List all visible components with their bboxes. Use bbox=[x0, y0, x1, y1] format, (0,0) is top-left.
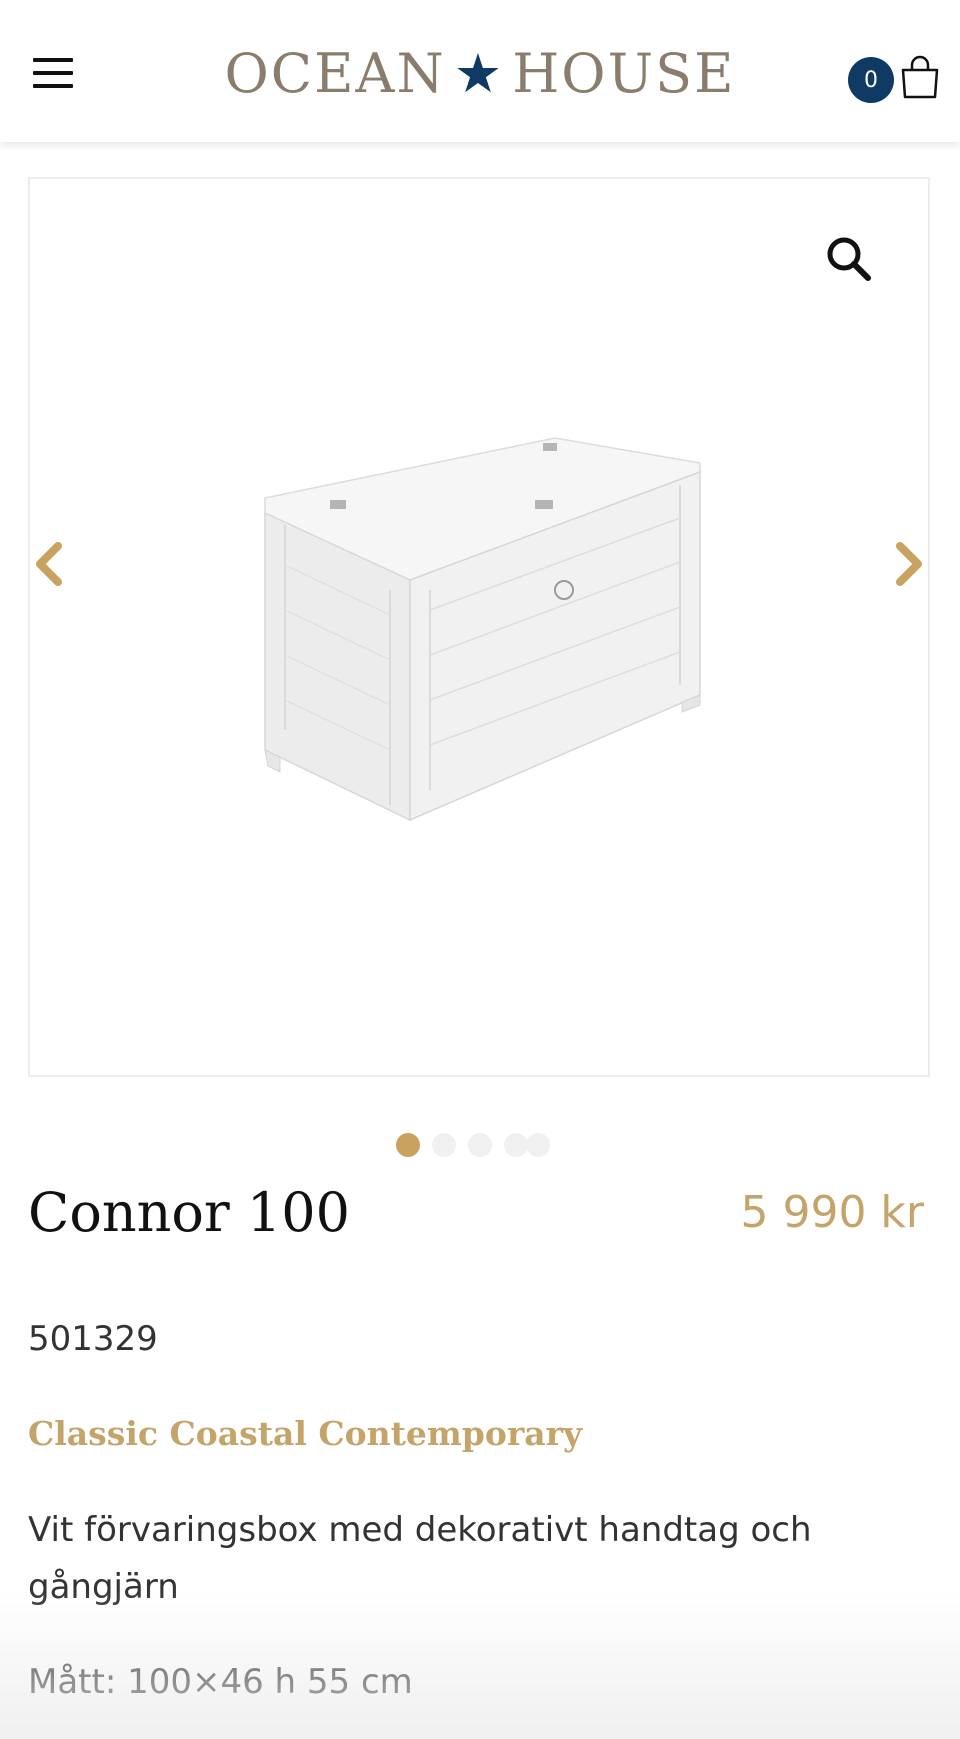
cart-count-badge[interactable]: 0 bbox=[848, 57, 894, 103]
pagination-dot-1[interactable] bbox=[396, 1133, 420, 1157]
site-logo[interactable]: OCEAN ★ HOUSE bbox=[225, 38, 734, 108]
pagination-dot-3[interactable] bbox=[468, 1133, 492, 1157]
product-price: 5 990 kr bbox=[740, 1187, 924, 1238]
product-title: Connor 100 bbox=[28, 1181, 350, 1244]
hamburger-menu-icon[interactable] bbox=[30, 56, 76, 90]
pagination-dot-5[interactable] bbox=[526, 1133, 550, 1157]
collection-link[interactable]: Classic Coastal Contemporary bbox=[28, 1410, 582, 1458]
product-sku: 501329 bbox=[28, 1319, 158, 1359]
product-image bbox=[264, 437, 701, 822]
image-pagination-dots bbox=[396, 1133, 556, 1157]
logo-text-house: HOUSE bbox=[512, 41, 736, 105]
product-dimensions: Mått: 100×46 h 55 cm bbox=[28, 1662, 413, 1702]
pagination-dot-2[interactable] bbox=[432, 1133, 456, 1157]
star-icon: ★ bbox=[453, 41, 505, 105]
pagination-dot-4[interactable] bbox=[504, 1133, 528, 1157]
site-header: OCEAN ★ HOUSE 0 bbox=[0, 0, 960, 142]
next-image-arrow-icon[interactable] bbox=[892, 540, 928, 588]
previous-image-arrow-icon[interactable] bbox=[30, 540, 66, 588]
zoom-icon[interactable] bbox=[824, 234, 872, 282]
shopping-bag-icon[interactable] bbox=[900, 54, 940, 100]
logo-text-ocean: OCEAN bbox=[224, 41, 446, 105]
product-description: Vit förvaringsbox med dekorativt handtag… bbox=[28, 1510, 812, 1607]
